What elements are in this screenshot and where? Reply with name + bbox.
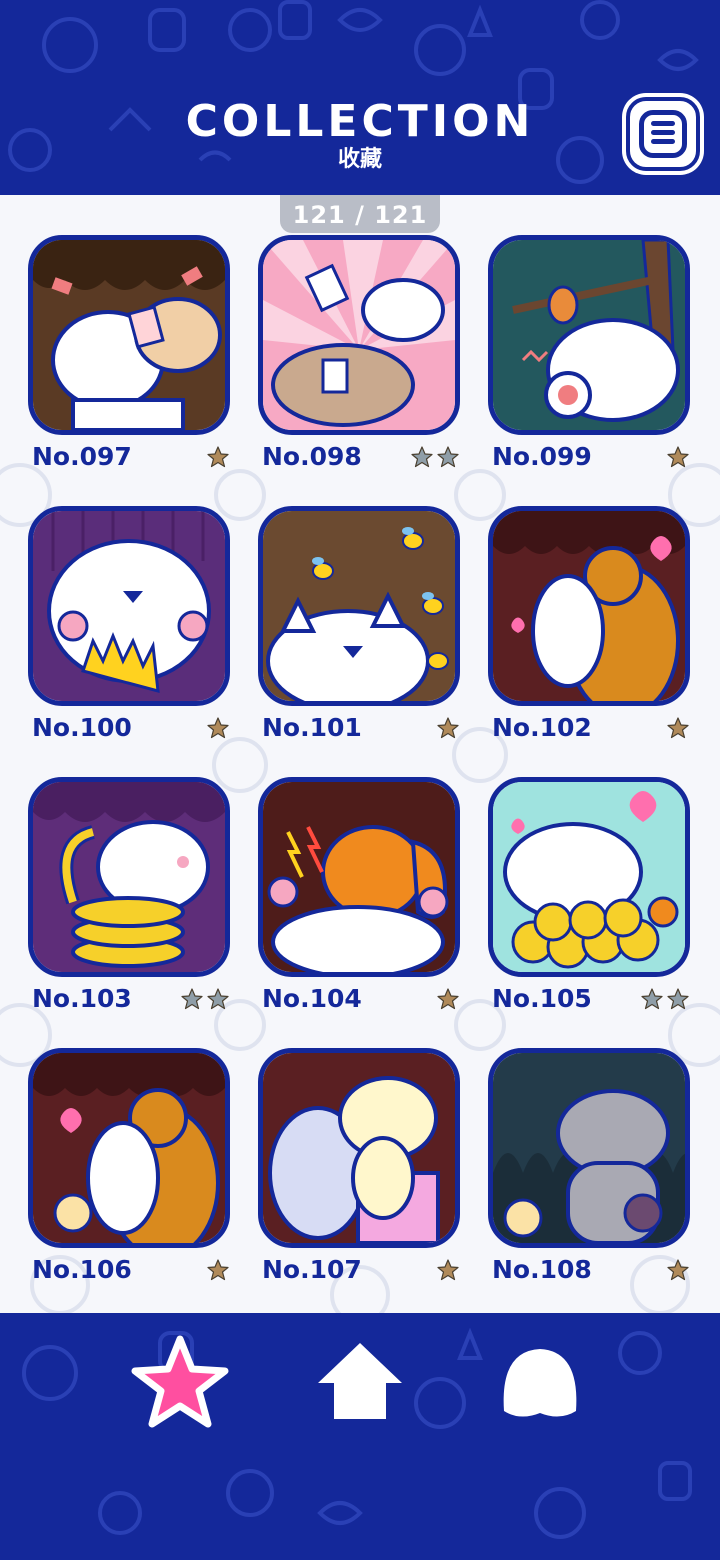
- collection-card[interactable]: No.098: [258, 235, 460, 487]
- rarity-star-icon: [641, 988, 663, 1010]
- rarity-stars: [436, 987, 460, 1011]
- rarity-stars: [410, 445, 460, 469]
- menu-icon: [639, 110, 687, 158]
- card-thumbnail[interactable]: [488, 1048, 690, 1248]
- rarity-star-icon: [437, 717, 459, 739]
- nav-collection-button[interactable]: [130, 1333, 230, 1433]
- rarity-stars: [436, 716, 460, 740]
- card-illustration: [33, 511, 225, 701]
- card-thumbnail[interactable]: [488, 506, 690, 706]
- rarity-stars: [206, 445, 230, 469]
- rarity-star-icon: [667, 717, 689, 739]
- rarity-star-icon: [667, 1259, 689, 1281]
- rarity-star-icon: [207, 988, 229, 1010]
- card-number: No.098: [262, 442, 362, 471]
- menu-button[interactable]: [626, 97, 700, 171]
- collection-counter: 121 / 121: [280, 195, 440, 233]
- card-number: No.097: [32, 442, 132, 471]
- card-thumbnail[interactable]: [258, 1048, 460, 1248]
- card-number: No.102: [492, 713, 592, 742]
- rarity-star-icon: [437, 988, 459, 1010]
- rarity-stars: [206, 1258, 230, 1282]
- nav-home-button[interactable]: [310, 1333, 410, 1433]
- collection-card[interactable]: No.108: [488, 1048, 690, 1300]
- card-illustration: [493, 240, 685, 430]
- card-thumbnail[interactable]: [28, 506, 230, 706]
- card-number: No.100: [32, 713, 132, 742]
- card-number: No.105: [492, 984, 592, 1013]
- card-number: No.101: [262, 713, 362, 742]
- collection-card[interactable]: No.107: [258, 1048, 460, 1300]
- card-thumbnail[interactable]: [488, 777, 690, 977]
- card-number: No.103: [32, 984, 132, 1013]
- card-number: No.106: [32, 1255, 132, 1284]
- rarity-star-icon: [207, 446, 229, 468]
- card-thumbnail[interactable]: [258, 506, 460, 706]
- card-illustration: [33, 782, 225, 972]
- card-illustration: [493, 511, 685, 701]
- rarity-star-icon: [667, 446, 689, 468]
- rarity-stars: [436, 1258, 460, 1282]
- card-thumbnail[interactable]: [28, 1048, 230, 1248]
- nav-character-button[interactable]: [490, 1333, 590, 1433]
- card-number: No.107: [262, 1255, 362, 1284]
- collection-card[interactable]: No.102: [488, 506, 690, 758]
- menu-line: [651, 130, 675, 135]
- rarity-star-icon: [411, 446, 433, 468]
- card-thumbnail[interactable]: [28, 235, 230, 435]
- card-thumbnail[interactable]: [28, 777, 230, 977]
- card-number: No.108: [492, 1255, 592, 1284]
- collection-card[interactable]: No.103: [28, 777, 230, 1029]
- card-number: No.104: [262, 984, 362, 1013]
- rarity-stars: [180, 987, 230, 1011]
- rarity-stars: [666, 716, 690, 740]
- card-illustration: [263, 782, 455, 972]
- page-subtitle: 收藏: [337, 147, 382, 172]
- collection-card[interactable]: No.100: [28, 506, 230, 758]
- rarity-star-icon: [181, 988, 203, 1010]
- collection-grid: 121 / 121 No.097 No.098 No.099 No.100 No…: [0, 195, 720, 1313]
- page-title: COLLECTION: [185, 96, 535, 147]
- card-thumbnail[interactable]: [258, 235, 460, 435]
- rarity-stars: [666, 445, 690, 469]
- collection-card[interactable]: No.099: [488, 235, 690, 487]
- card-illustration: [263, 1053, 455, 1243]
- collection-card[interactable]: No.097: [28, 235, 230, 487]
- card-illustration: [33, 240, 225, 430]
- card-thumbnail[interactable]: [488, 235, 690, 435]
- collection-card[interactable]: No.104: [258, 777, 460, 1029]
- card-illustration: [493, 782, 685, 972]
- rarity-stars: [666, 1258, 690, 1282]
- collection-card[interactable]: No.101: [258, 506, 460, 758]
- home-icon: [318, 1343, 402, 1419]
- card-thumbnail[interactable]: [258, 777, 460, 977]
- star-icon: [131, 1335, 229, 1428]
- header: COLLECTION 收藏: [0, 0, 720, 195]
- rarity-star-icon: [437, 1259, 459, 1281]
- menu-line: [651, 139, 675, 144]
- collection-card[interactable]: No.106: [28, 1048, 230, 1300]
- card-number: No.099: [492, 442, 592, 471]
- rarity-stars: [640, 987, 690, 1011]
- rarity-stars: [206, 716, 230, 740]
- bottom-navigation: [0, 1313, 720, 1560]
- card-illustration: [33, 1053, 225, 1243]
- rarity-star-icon: [207, 717, 229, 739]
- rarity-star-icon: [207, 1259, 229, 1281]
- menu-line: [651, 121, 675, 126]
- card-illustration: [493, 1053, 685, 1243]
- rarity-star-icon: [437, 446, 459, 468]
- rarity-star-icon: [667, 988, 689, 1010]
- card-illustration: [263, 240, 455, 430]
- character-icon: [503, 1349, 577, 1417]
- collection-card[interactable]: No.105: [488, 777, 690, 1029]
- card-illustration: [263, 511, 455, 701]
